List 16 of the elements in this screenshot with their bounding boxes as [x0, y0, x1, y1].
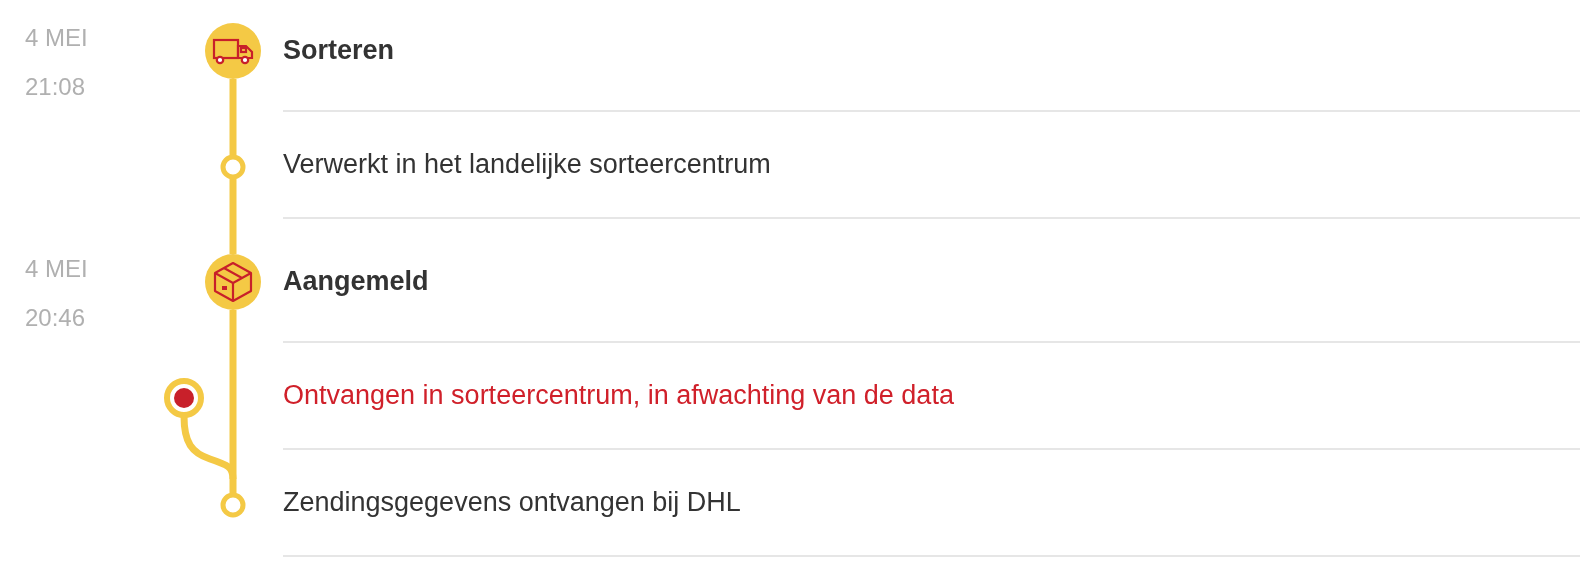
event-title: Sorteren [283, 34, 395, 66]
event-time: 20:46 [25, 303, 86, 333]
truck-icon [212, 38, 254, 65]
event-description: Ontvangen in sorteercentrum, in afwachting van de data [283, 380, 954, 411]
status-marker [205, 23, 261, 79]
event-description: Zendingsgegevens ontvangen bij DHL [283, 487, 741, 518]
event-time: 21:08 [25, 72, 86, 102]
event-date: 4 MEI [25, 23, 88, 53]
event-description: Verwerkt in het landelijke sorteercentrum [283, 149, 771, 180]
alert-marker [164, 378, 204, 418]
event-date: 4 MEI [25, 254, 88, 284]
event-title: Aangemeld [283, 265, 429, 297]
status-marker [205, 254, 261, 310]
step-dot [220, 154, 246, 180]
box-icon [213, 261, 253, 303]
step-dot [220, 492, 246, 518]
